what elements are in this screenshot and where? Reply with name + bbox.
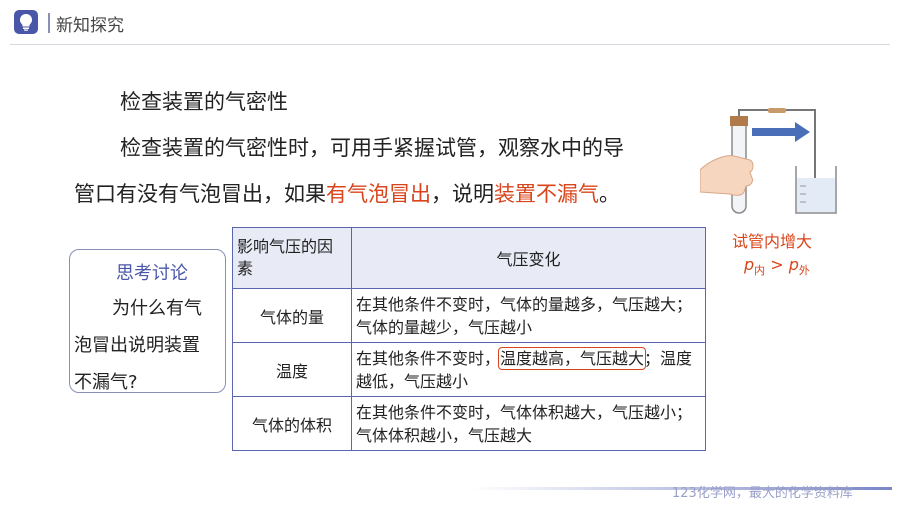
airtightness-apparatus-illustration	[700, 108, 837, 214]
stopper	[730, 116, 748, 126]
paragraph-line-2: 管口有没有气泡冒出，如果有气泡冒出，说明装置不漏气。	[74, 178, 620, 208]
p-outer: p	[788, 255, 799, 274]
think-question-line-2: 泡冒出说明装置	[74, 335, 200, 356]
table-cell-factor: 气体的量	[232, 288, 352, 343]
table-cell-factor: 气体的体积	[232, 396, 352, 451]
caption-pressure-increase: 试管内增大	[732, 232, 813, 251]
lightbulb-icon	[14, 10, 38, 34]
arrow-right-icon	[752, 122, 810, 142]
table-header-change: 气压变化	[351, 227, 706, 289]
table-row: 气体的量 在其他条件不变时，气体的量越多，气压越大；气体的量越少，气压越小	[232, 288, 706, 343]
rubber-connector	[768, 108, 786, 113]
header-underline	[10, 44, 890, 45]
highlight-bubbles: 有气泡冒出	[326, 182, 431, 206]
cell-text: 在其他条件不变时，	[356, 349, 501, 368]
table-row: 温度 在其他条件不变时，温度越高，气压越大；温度越低，气压越小	[232, 342, 706, 397]
table-cell-change: 在其他条件不变时，气体的量越多，气压越大；气体的量越少，气压越小	[351, 288, 706, 343]
highlighted-phrase: 温度越高，气压越大	[498, 347, 647, 370]
table-cell-change: 在其他条件不变时，温度越高，气压越大；温度越低，气压越小	[351, 342, 706, 397]
table-cell-factor: 温度	[232, 342, 352, 397]
pressure-factors-table: 影响气压的因素 气压变化 气体的量 在其他条件不变时，气体的量越多，气压越大；气…	[232, 227, 706, 451]
sub-inner: 内	[754, 264, 766, 278]
table-header-factor: 影响气压的因素	[232, 227, 352, 289]
beaker-water	[797, 178, 835, 212]
table-header-row: 影响气压的因素 气压变化	[232, 227, 706, 289]
think-title: 思考讨论	[116, 263, 188, 284]
p-inner: p	[744, 255, 755, 274]
paragraph-text: 。	[599, 182, 620, 206]
paragraph-text: ，说明	[431, 182, 494, 206]
think-question-line-1: 为什么有气	[112, 298, 202, 319]
table-cell-change: 在其他条件不变时，气体体积越大，气压越小；气体体积越小，气压越大	[351, 396, 706, 451]
table-row: 气体的体积 在其他条件不变时，气体体积越大，气压越小；气体体积越小，气压越大	[232, 396, 706, 451]
caption-pressure-comparison: p内 > p外	[744, 255, 810, 278]
highlight-no-leak: 装置不漏气	[494, 182, 599, 206]
paragraph-text: 管口有没有气泡冒出，如果	[74, 182, 326, 206]
sub-outer: 外	[798, 264, 810, 278]
section-title: 检查装置的气密性	[120, 90, 288, 114]
greater-than: >	[765, 255, 789, 274]
footer-watermark: 123化学网，最大的化学资料库	[672, 486, 853, 501]
header-divider	[48, 13, 50, 33]
paragraph-line-1: 检查装置的气密性时，可用手紧握试管，观察水中的导	[120, 136, 624, 160]
hand-illustration	[700, 155, 754, 196]
header: 新知探究	[0, 0, 900, 46]
think-question-line-3: 不漏气?	[74, 372, 138, 393]
header-title: 新知探究	[56, 16, 124, 36]
